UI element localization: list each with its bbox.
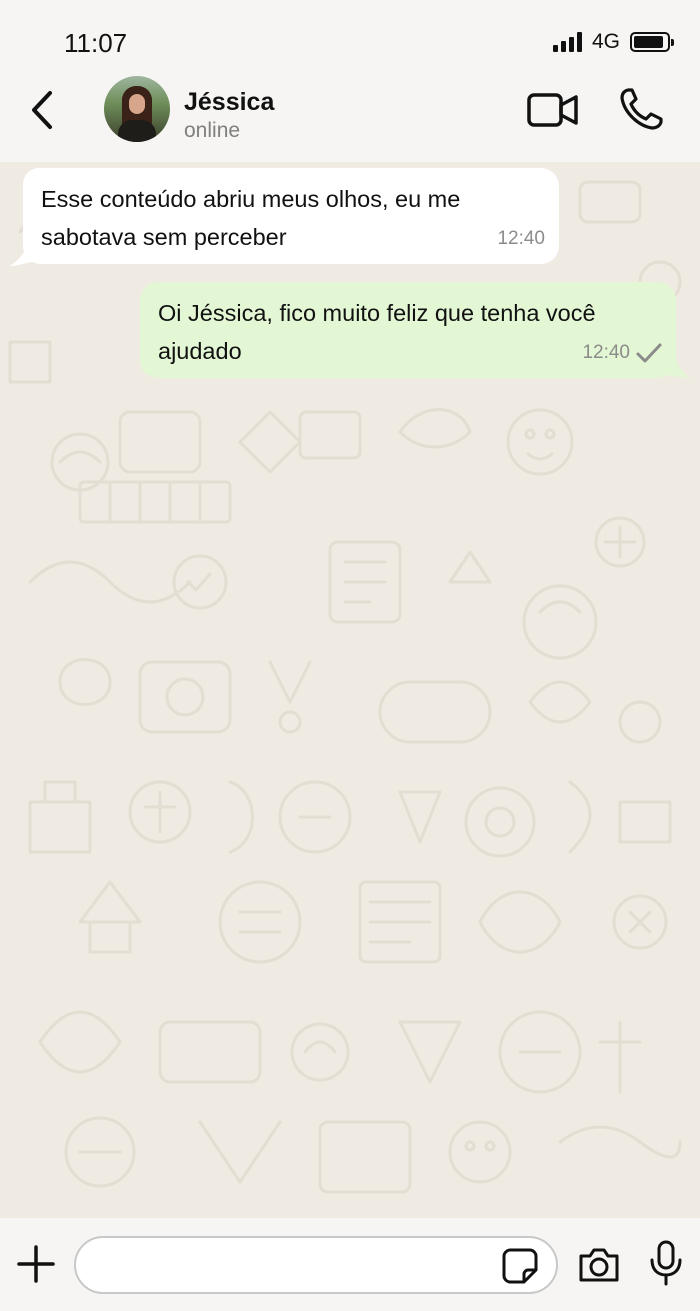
back-button[interactable]	[20, 86, 64, 134]
microphone-icon	[650, 1240, 682, 1286]
message-time: 12:40	[582, 342, 630, 363]
attach-button[interactable]	[16, 1244, 56, 1284]
chat-header: Jéssica online	[0, 70, 700, 162]
message-text: Esse conteúdo abriu meus olhos, eu me sa…	[41, 186, 461, 250]
status-time: 11:07	[64, 28, 128, 58]
network-type: 4G	[591, 30, 620, 53]
incoming-message[interactable]: Esse conteúdo abriu meus olhos, eu me sa…	[23, 168, 559, 264]
video-camera-icon	[527, 93, 578, 127]
plus-icon	[17, 1245, 55, 1283]
battery-icon	[630, 32, 674, 52]
sticker-button[interactable]	[502, 1248, 538, 1284]
microphone-button[interactable]	[646, 1240, 686, 1286]
voice-call-button[interactable]	[618, 86, 666, 132]
contact-status: online	[184, 119, 241, 142]
chat-area[interactable]: Esse conteúdo abriu meus olhos, eu me sa…	[0, 162, 700, 1218]
message-input[interactable]	[74, 1236, 558, 1294]
camera-icon	[579, 1248, 619, 1282]
message-text: Oi Jéssica, fico muito feliz que tenha v…	[158, 300, 596, 364]
camera-button[interactable]	[577, 1246, 621, 1284]
message-input-bar	[0, 1218, 700, 1311]
signal-bars-icon	[552, 32, 582, 52]
single-check-icon	[636, 343, 662, 363]
avatar[interactable]	[104, 76, 170, 142]
message-time: 12:40	[497, 228, 545, 249]
outgoing-message[interactable]: Oi Jéssica, fico muito feliz que tenha v…	[140, 282, 676, 378]
status-indicators: 4G	[552, 30, 674, 54]
phone-icon	[620, 88, 663, 130]
message-meta: 12:40	[497, 220, 545, 258]
status-bar: 11:07 4G	[0, 0, 700, 80]
contact-name[interactable]: Jéssica	[184, 88, 274, 117]
sticker-icon	[502, 1248, 538, 1284]
video-call-button[interactable]	[526, 90, 580, 130]
message-meta: 12:40	[582, 334, 662, 372]
chevron-left-icon	[32, 91, 52, 129]
